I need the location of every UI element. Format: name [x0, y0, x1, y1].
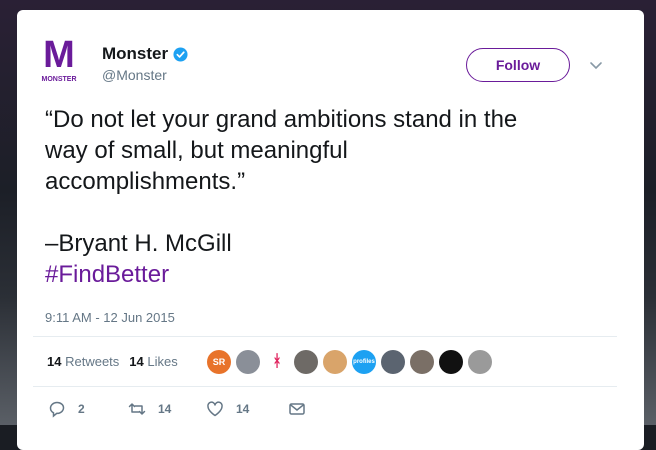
tweet-attribution: –Bryant H. McGill: [45, 230, 232, 257]
envelope-icon: [289, 403, 305, 415]
liker-avatar[interactable]: SR: [207, 350, 231, 374]
liker-avatar[interactable]: [410, 350, 434, 374]
liker-avatar[interactable]: [381, 350, 405, 374]
engagement-stats: 14 Retweets 14 Likes: [47, 354, 178, 369]
liker-avatar[interactable]: ᚼ: [265, 350, 289, 374]
liker-avatar[interactable]: profiles: [352, 350, 376, 374]
monster-logo[interactable]: M MONSTER: [33, 33, 85, 85]
svg-text:M: M: [43, 34, 75, 76]
follow-button[interactable]: Follow: [466, 48, 570, 82]
liker-avatar[interactable]: [439, 350, 463, 374]
tweet-actions: 2 14 14: [48, 400, 318, 418]
verified-badge-icon: [173, 46, 188, 62]
tweet-timestamp[interactable]: 9:11 AM - 12 Jun 2015: [45, 310, 175, 325]
liker-avatar[interactable]: [468, 350, 492, 374]
retweet-button[interactable]: 14: [128, 400, 206, 418]
display-name[interactable]: Monster: [102, 44, 188, 64]
retweets-label: Retweets: [65, 354, 120, 369]
like-button[interactable]: 14: [206, 400, 288, 418]
retweets-count: 14: [47, 354, 62, 369]
divider: [33, 386, 617, 387]
display-name-text[interactable]: Monster: [102, 44, 168, 64]
retweet-icon: [128, 403, 146, 415]
liker-avatar[interactable]: [236, 350, 260, 374]
reply-icon: [49, 401, 65, 418]
chevron-down-icon[interactable]: [589, 58, 603, 72]
heart-icon: [207, 401, 223, 417]
tweet-text: “Do not let your grand ambitions stand i…: [45, 104, 620, 290]
svg-text:MONSTER: MONSTER: [42, 76, 77, 83]
tweet-line: “Do not let your grand ambitions stand i…: [45, 106, 518, 133]
tweet-line: way of small, but meaningful: [45, 137, 348, 164]
retweets-stat[interactable]: 14 Retweets: [47, 354, 119, 369]
reply-count: 2: [78, 402, 85, 416]
tweet-line: accomplishments.”: [45, 168, 246, 195]
liker-avatar[interactable]: [294, 350, 318, 374]
likers-avatars: SR ᚼ profiles: [207, 350, 492, 374]
liker-avatar[interactable]: [323, 350, 347, 374]
likes-label: Likes: [147, 354, 178, 369]
hashtag-link[interactable]: #FindBetter: [45, 259, 620, 290]
user-handle[interactable]: @Monster: [102, 67, 167, 83]
like-count: 14: [236, 402, 250, 416]
divider: [33, 336, 617, 337]
likes-count: 14: [129, 354, 144, 369]
likes-stat[interactable]: 14 Likes: [129, 354, 177, 369]
reply-button[interactable]: 2: [48, 400, 128, 418]
retweet-count: 14: [158, 402, 172, 416]
message-button[interactable]: [288, 400, 318, 418]
